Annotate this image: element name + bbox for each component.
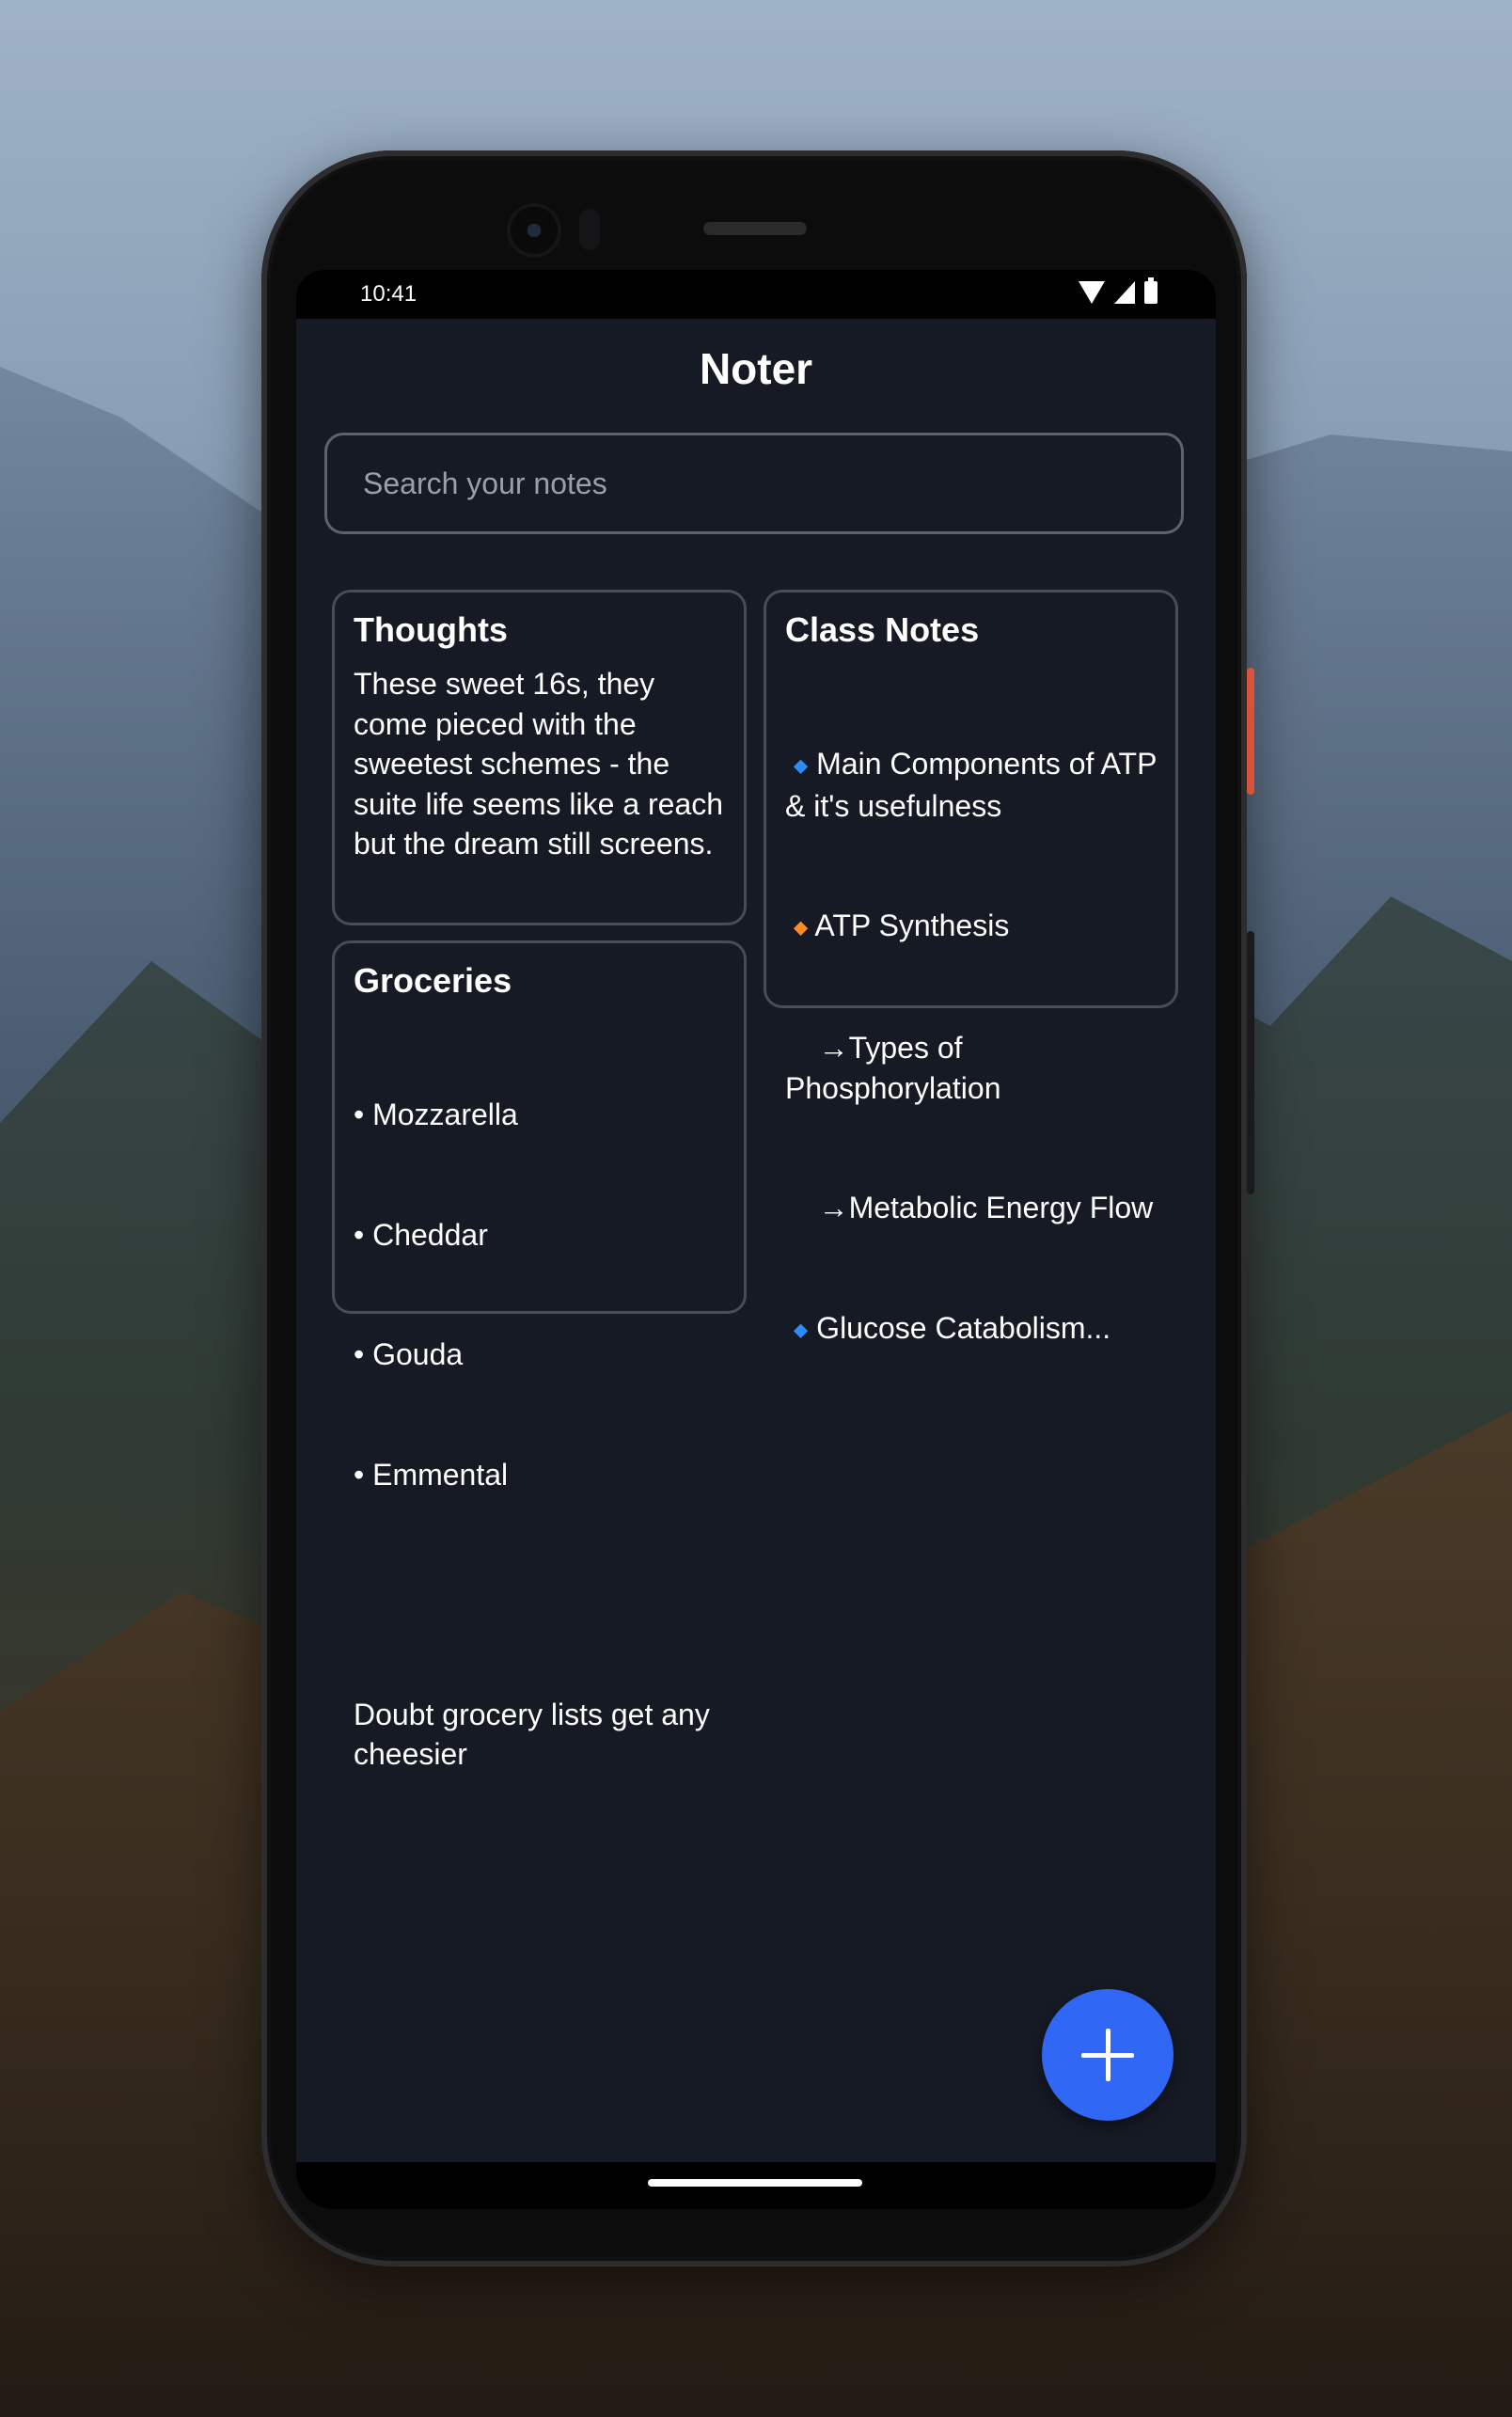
home-indicator[interactable] (648, 2179, 862, 2187)
blue-diamond-icon: ◆ (793, 755, 809, 777)
note-body: These sweet 16s, they come pieced with t… (354, 667, 732, 861)
list-item: ◆ Glucose Catabolism... (793, 1310, 1111, 1345)
proximity-sensor (579, 209, 600, 250)
note-card-groceries[interactable]: Groceries • Mozzarella • Cheddar • Gouda… (332, 940, 747, 1771)
app-screen: 10:41 Noter Thoughts These sweet 16s, th… (296, 270, 1216, 2209)
battery-icon (1144, 277, 1158, 304)
list-item: • Mozzarella (354, 1098, 518, 1131)
arrow-icon: → (818, 1031, 849, 1066)
blue-diamond-icon: ◆ (793, 1319, 809, 1340)
note-body: • Mozzarella • Cheddar • Gouda • Emmenta… (354, 1015, 725, 1855)
note-card-thoughts[interactable]: Thoughts These sweet 16s, they come piec… (332, 590, 747, 925)
signal-icon (1114, 281, 1135, 304)
note-body: ◆ Main Components of ATP & it's usefulne… (785, 664, 1157, 1430)
volume-button (1247, 931, 1254, 1194)
note-title: Class Notes (785, 610, 980, 649)
list-item: →Types of Phosphorylation (785, 1031, 1001, 1105)
list-item: • Emmental (354, 1457, 509, 1492)
list-item: • Gouda (354, 1337, 464, 1371)
note-title: Groceries (354, 961, 512, 1000)
list-item: • Cheddar (354, 1217, 488, 1252)
list-item: Doubt grocery lists get any cheesier (354, 1697, 718, 1772)
page-title: Noter (699, 344, 813, 393)
power-button (1247, 668, 1254, 795)
status-time: 10:41 (360, 281, 417, 307)
wifi-icon (1079, 281, 1105, 304)
earpiece-speaker (703, 222, 807, 235)
orange-diamond-icon: ◆ (793, 917, 809, 939)
list-item: ◆ Main Components of ATP & it's usefulne… (785, 747, 1165, 823)
front-camera (511, 207, 558, 254)
list-item: →Metabolic Energy Flow (818, 1191, 1154, 1225)
navigation-bar (296, 2162, 1216, 2209)
search-box[interactable] (324, 433, 1184, 534)
note-card-class-notes[interactable]: Class Notes ◆ Main Components of ATP & i… (764, 590, 1178, 1345)
list-item (354, 1574, 725, 1615)
add-note-button[interactable] (1042, 1989, 1173, 2121)
status-bar: 10:41 (296, 270, 1216, 319)
note-title: Thoughts (354, 610, 508, 649)
status-icons (1079, 277, 1158, 304)
arrow-icon: → (818, 1191, 849, 1225)
plus-icon (1081, 2029, 1134, 2081)
list-item: ◆ ATP Synthesis (793, 908, 1010, 943)
search-input[interactable] (361, 465, 1147, 502)
